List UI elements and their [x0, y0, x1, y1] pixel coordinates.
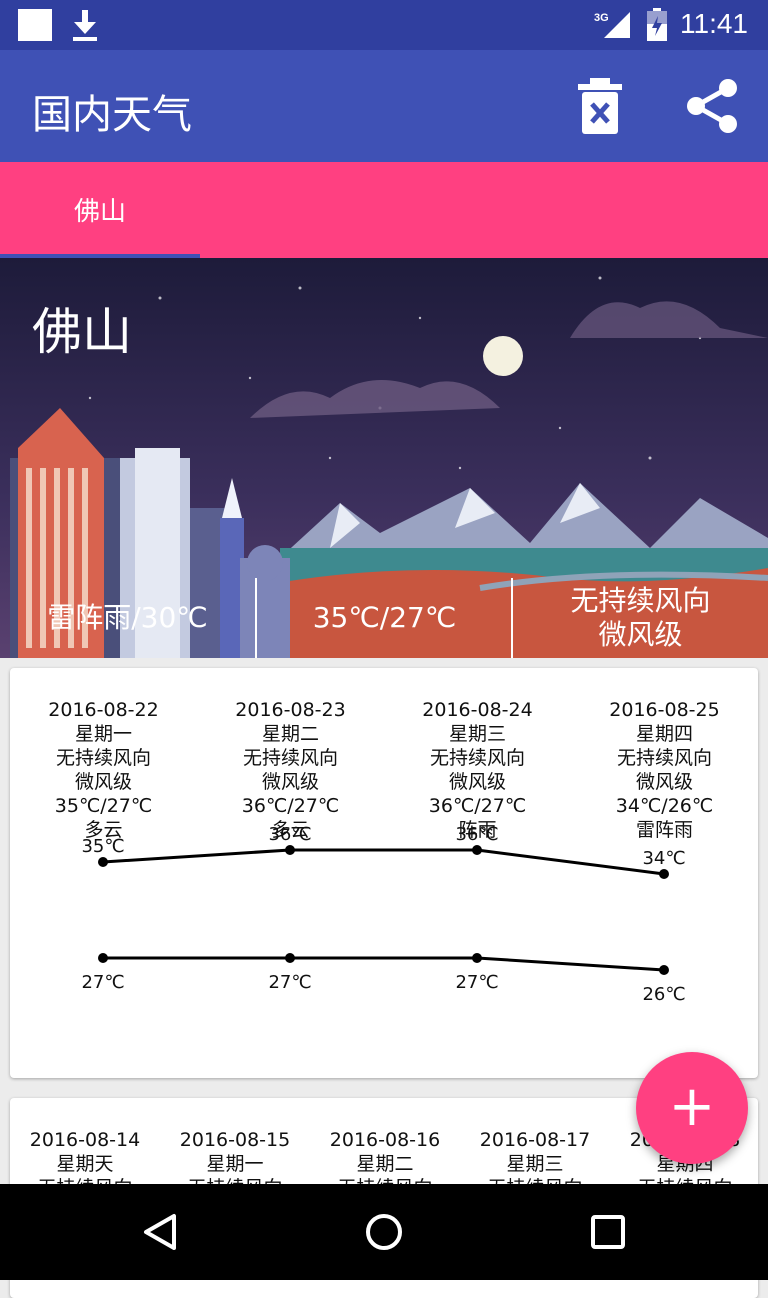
temperature-line-chart: 35℃ 36℃ 36℃ 34℃ 27℃ 27℃ 27℃ 26℃: [81, 824, 685, 1005]
temp-point: [98, 953, 108, 963]
forecast-weekday: 星期天: [56, 1153, 114, 1175]
forecast-weekday: 星期一: [206, 1153, 264, 1175]
temp-label: 36℃: [268, 824, 311, 845]
download-icon: [73, 10, 97, 41]
notification-square-icon: [18, 9, 52, 41]
temp-label: 27℃: [81, 972, 124, 993]
hero-temp-range: 35℃/27℃: [257, 578, 512, 658]
hero-weather-text: 雷阵雨/30℃: [47, 601, 208, 634]
temp-label: 34℃: [642, 848, 685, 869]
temp-point: [285, 953, 295, 963]
back-icon[interactable]: [140, 1212, 180, 1252]
temp-point: [659, 965, 669, 975]
battery-icon: [647, 8, 667, 41]
temp-label: 26℃: [642, 984, 685, 1005]
tab-foshan[interactable]: 佛山: [0, 162, 200, 258]
hero-wind-level: 微风级: [598, 618, 683, 651]
weather-hero: 佛山 雷阵雨/30℃ 35℃/27℃ 无持续风向 微风级: [0, 258, 768, 658]
network-type: 3G: [594, 12, 609, 24]
hero-temp-range-text: 35℃/27℃: [312, 601, 457, 634]
temp-point: [98, 857, 108, 867]
tab-bar: 佛山: [0, 162, 768, 258]
status-time: 11:41: [680, 8, 748, 39]
temp-point: [659, 869, 669, 879]
forecast-weekday: 星期三: [506, 1153, 564, 1175]
temp-label: 35℃: [81, 836, 124, 857]
temp-point: [472, 845, 482, 855]
tab-label: 佛山: [73, 197, 126, 227]
app-bar: 国内天气: [0, 50, 768, 162]
home-icon[interactable]: [364, 1212, 404, 1252]
temp-label: 36℃: [455, 824, 498, 845]
temp-label: 27℃: [268, 972, 311, 993]
temp-point: [285, 845, 295, 855]
status-bar: 3G 11:41: [0, 0, 768, 50]
delete-icon[interactable]: [574, 76, 626, 136]
page-title: 国内天气: [32, 92, 192, 138]
low-temp-line: [103, 956, 665, 972]
share-icon[interactable]: [682, 76, 742, 136]
high-temp-line: [102, 848, 665, 876]
hero-city-name: 佛山: [32, 303, 132, 361]
recents-icon[interactable]: [590, 1214, 626, 1250]
forecast-date: 2016-08-14: [29, 1129, 141, 1151]
navigation-bar: [0, 1184, 768, 1280]
forecast-weekday: 星期二: [356, 1153, 414, 1175]
forecast-date: 2016-08-17: [479, 1129, 591, 1151]
hero-wind: 无持续风向 微风级: [513, 578, 768, 658]
temp-point: [472, 953, 482, 963]
forecast-date: 2016-08-15: [179, 1129, 291, 1151]
temp-label: 27℃: [455, 972, 498, 993]
signal-icon: 3G: [594, 12, 630, 38]
forecast-card: 2016-08-22 星期一 无持续风向 微风级 35℃/27℃ 多云 2016…: [10, 668, 758, 1078]
add-city-button[interactable]: +: [636, 1052, 748, 1164]
forecast-date: 2016-08-16: [329, 1129, 441, 1151]
hero-weather: 雷阵雨/30℃: [0, 578, 255, 658]
hero-wind-direction: 无持续风向: [570, 584, 711, 617]
